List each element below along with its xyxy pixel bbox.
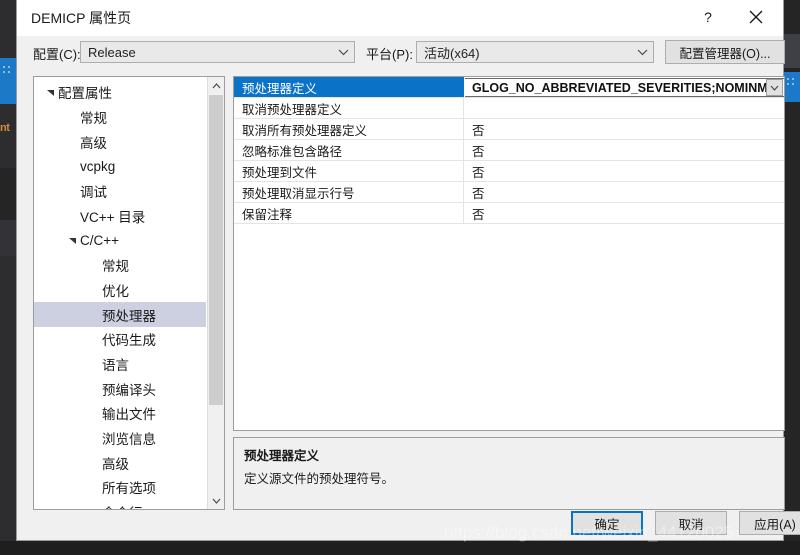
property-row[interactable]: 预处理到文件否 [234, 161, 784, 182]
tree-scrollbar[interactable] [207, 77, 224, 509]
property-value[interactable] [464, 98, 784, 118]
ide-right-blue-panel [784, 72, 800, 102]
configuration-dropdown[interactable]: Release [80, 41, 355, 63]
property-value[interactable]: 否 [464, 203, 784, 223]
tree-item[interactable]: 命令行 [34, 500, 206, 509]
tree-item-label: 预编译头 [102, 382, 156, 398]
configuration-manager-button[interactable]: 配置管理器(O)... [665, 40, 785, 64]
ok-button[interactable]: 确定 [571, 511, 643, 535]
tree-item-label: 输出文件 [102, 407, 156, 423]
chevron-expanded-icon[interactable] [64, 236, 80, 245]
tree-item[interactable]: 常规 [34, 105, 206, 130]
tree-item-label: 常规 [80, 111, 107, 127]
property-name: 预处理器定义 [234, 77, 464, 97]
tree-item[interactable]: 高级 [34, 450, 206, 475]
tree-item[interactable]: 预处理器 [34, 302, 206, 327]
platform-label: 平台(P): [366, 47, 413, 62]
apply-button[interactable]: 应用(A) [739, 511, 800, 535]
tree-item[interactable]: C/C++ [34, 228, 206, 253]
tree-item[interactable]: 所有选项 [34, 475, 206, 500]
property-row[interactable]: 保留注释否 [234, 203, 784, 224]
ide-left-blue-panel [0, 58, 16, 104]
configuration-value: Release [88, 44, 136, 60]
property-row[interactable]: 预处理器定义 GLOG_NO_ABBREVIATED_SEVERITIES;NOM… [234, 77, 784, 98]
tree-item[interactable]: 输出文件 [34, 401, 206, 426]
tree-item-label: 预处理器 [102, 308, 156, 324]
dialog-titlebar: DEMICP 属性页 ? [17, 0, 783, 36]
close-icon[interactable] [735, 0, 777, 34]
tree-item-label: 命令行 [102, 502, 143, 509]
tree-item[interactable]: 配置属性 [34, 80, 206, 105]
cancel-button[interactable]: 取消 [655, 511, 727, 535]
platform-dropdown[interactable]: 活动(x64) [416, 41, 654, 63]
tree-item-label: 高级 [102, 456, 129, 472]
tree-item-label: 配置属性 [58, 86, 112, 102]
property-tree-panel: 配置属性 常规 高级 vcpkg 调试 VC++ 目录 C/C++ 常规 优化 预处理器 代码生成语… [33, 76, 225, 510]
description-title: 预处理器定义 [244, 449, 320, 463]
scroll-down-icon[interactable] [208, 492, 224, 509]
ide-left-tab-label: nt [0, 122, 10, 134]
description-panel: 预处理器定义 定义源文件的预处理符号。 [233, 437, 785, 510]
property-row[interactable]: 预处理取消显示行号否 [234, 182, 784, 203]
help-icon[interactable]: ? [687, 0, 729, 34]
property-name: 保留注释 [234, 203, 464, 223]
property-value[interactable]: 否 [464, 119, 784, 139]
property-row[interactable]: 取消预处理器定义 [234, 98, 784, 119]
tree-item-label: 语言 [102, 357, 129, 373]
tree-item-label: 调试 [80, 185, 107, 201]
property-name: 忽略标准包含路径 [234, 140, 464, 160]
property-row[interactable]: 忽略标准包含路径否 [234, 140, 784, 161]
dialog-title: DEMICP 属性页 [31, 10, 132, 26]
property-value[interactable]: 否 [464, 161, 784, 181]
chevron-down-icon[interactable] [766, 79, 783, 96]
tree-item-label: VC++ 目录 [80, 209, 146, 225]
property-value[interactable]: 否 [464, 182, 784, 202]
property-value[interactable]: 否 [464, 140, 784, 160]
ide-left-panel-2 [0, 168, 16, 220]
tree-item[interactable]: 代码生成 [34, 327, 206, 352]
tree-item-label: 优化 [102, 283, 129, 299]
chevron-expanded-icon[interactable] [42, 88, 58, 97]
property-name: 预处理取消显示行号 [234, 182, 464, 202]
property-tree: 配置属性 常规 高级 vcpkg 调试 VC++ 目录 C/C++ 常规 优化 预处理器 代码生成语… [34, 80, 206, 509]
configuration-label: 配置(C): [33, 47, 81, 62]
svg-text:?: ? [704, 9, 712, 25]
property-name: 取消预处理器定义 [234, 98, 464, 118]
tree-item[interactable]: 预编译头 [34, 376, 206, 401]
property-row[interactable]: 取消所有预处理器定义否 [234, 119, 784, 140]
property-name: 预处理到文件 [234, 161, 464, 181]
tree-item[interactable]: 高级 [34, 129, 206, 154]
platform-value: 活动(x64) [424, 45, 480, 61]
tree-item[interactable]: VC++ 目录 [34, 203, 206, 228]
chevron-down-icon [631, 49, 653, 56]
tree-item[interactable]: 优化 [34, 278, 206, 303]
configuration-toolbar: 配置(C): Release 平台(P): 活动(x64) 配置管理器(O)..… [17, 36, 785, 70]
ide-status-bar [0, 541, 800, 555]
tree-item-label: 常规 [102, 259, 129, 275]
tree-item-label: vcpkg [80, 158, 116, 174]
tree-item[interactable]: 常规 [34, 253, 206, 278]
scrollbar-thumb[interactable] [209, 95, 223, 405]
ide-right-dark-bar [784, 34, 800, 68]
property-grid: 预处理器定义 GLOG_NO_ABBREVIATED_SEVERITIES;NOM… [233, 76, 785, 431]
property-value[interactable]: GLOG_NO_ABBREVIATED_SEVERITIES;NOMINMAX; [464, 77, 784, 97]
tree-item-label: C/C++ [80, 232, 120, 248]
property-pages-dialog: DEMICP 属性页 ? 配置(C): Release 平台(P): 活动(x6… [16, 0, 800, 541]
property-value-editor[interactable]: GLOG_NO_ABBREVIATED_SEVERITIES;NOMINMAX; [465, 78, 784, 97]
tree-item[interactable]: 浏览信息 [34, 426, 206, 451]
tree-item-label: 所有选项 [102, 481, 156, 497]
property-value-text: GLOG_NO_ABBREVIATED_SEVERITIES;NOMINMAX; [472, 80, 766, 95]
tree-item-label: 高级 [80, 135, 107, 151]
tree-item[interactable]: vcpkg [34, 154, 206, 179]
tree-item-label: 浏览信息 [102, 431, 156, 447]
chevron-down-icon [332, 49, 354, 56]
tree-item[interactable]: 调试 [34, 179, 206, 204]
tree-item[interactable]: 语言 [34, 352, 206, 377]
description-text: 定义源文件的预处理符号。 [244, 472, 395, 486]
scroll-up-icon[interactable] [208, 77, 224, 94]
tree-item-label: 代码生成 [102, 333, 156, 349]
property-name: 取消所有预处理器定义 [234, 119, 464, 139]
ide-left-panel-3 [0, 220, 16, 256]
